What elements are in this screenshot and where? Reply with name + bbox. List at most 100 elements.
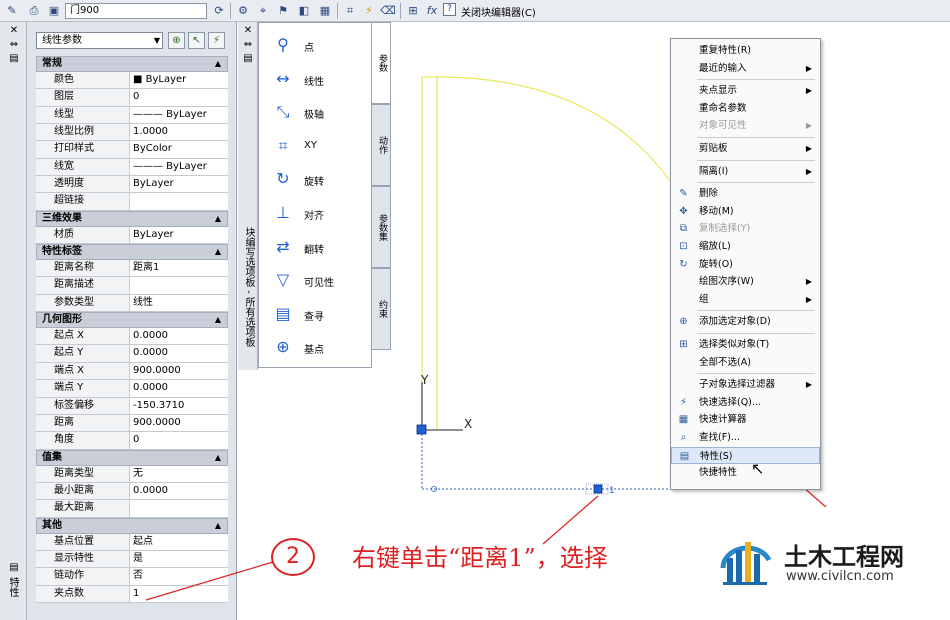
test-block-icon[interactable]: ⚙ bbox=[235, 3, 251, 18]
menu-item[interactable]: ⊕ 添加选定对象(D) bbox=[671, 313, 820, 330]
menu-item[interactable]: 子对象选择过滤器 ▶ bbox=[671, 376, 820, 393]
tool-8[interactable]: ▤ 查寻 bbox=[259, 298, 371, 332]
lightning-icon[interactable]: ⚡ bbox=[361, 3, 377, 18]
property-row[interactable]: 参数类型 线性 bbox=[36, 294, 228, 313]
property-value[interactable]: 无 bbox=[130, 466, 228, 482]
menu-item[interactable]: ▦ 快速计算器 bbox=[671, 411, 820, 428]
menu-item[interactable]: ⊡ 缩放(L) bbox=[671, 238, 820, 255]
tag-icon[interactable]: ⌫ bbox=[380, 3, 396, 18]
quick-select-icon[interactable]: ⚡ bbox=[208, 32, 225, 49]
tab-parameters[interactable]: 参数 bbox=[372, 22, 391, 104]
section-header[interactable]: 三维效果 ▲ bbox=[36, 210, 228, 227]
property-row[interactable]: 最小距离 0.0000 bbox=[36, 482, 228, 501]
autohide-icon[interactable]: ⇔ bbox=[7, 39, 21, 51]
property-value[interactable]: 900.0000 bbox=[130, 363, 228, 379]
property-value[interactable]: 0.0000 bbox=[130, 328, 228, 344]
tool-5[interactable]: ⊥ 对齐 bbox=[259, 197, 371, 231]
property-value[interactable]: 900.0000 bbox=[130, 415, 228, 431]
menu-item[interactable]: 剪贴板 ▶ bbox=[671, 140, 820, 157]
property-value[interactable] bbox=[130, 277, 228, 293]
property-row[interactable]: 材质 ByLayer bbox=[36, 226, 228, 245]
property-row[interactable]: 图层 0 bbox=[36, 89, 228, 107]
save-as-icon[interactable]: ▣ bbox=[46, 3, 62, 18]
menu-item[interactable]: 重命名参数 bbox=[671, 100, 820, 117]
distance-grip[interactable] bbox=[593, 484, 603, 494]
property-value[interactable]: ——— ByLayer bbox=[130, 107, 228, 123]
property-value[interactable]: ——— ByLayer bbox=[130, 159, 228, 175]
menu-item[interactable]: 隔离(I) ▶ bbox=[671, 163, 820, 180]
fx-icon[interactable]: fx bbox=[424, 3, 440, 18]
tab-actions[interactable]: 动作 bbox=[372, 104, 391, 186]
property-row[interactable]: 端点 Y 0.0000 bbox=[36, 380, 228, 398]
menu-item[interactable]: 组 ▶ bbox=[671, 291, 820, 308]
attribute-icon[interactable]: ⟳ bbox=[211, 3, 227, 18]
object-type-select[interactable]: 线性参数 ▼ bbox=[36, 32, 163, 49]
tool-6[interactable]: ⇄ 翻转 bbox=[259, 231, 371, 265]
property-row[interactable]: 距离名称 距离1 bbox=[36, 260, 228, 278]
menu-item[interactable]: 夹点显示 ▶ bbox=[671, 82, 820, 99]
property-row[interactable]: 透明度 ByLayer bbox=[36, 176, 228, 194]
close-icon[interactable]: ✕ bbox=[7, 25, 21, 37]
property-value[interactable]: 0.0000 bbox=[130, 345, 228, 361]
property-value[interactable]: 线性 bbox=[130, 295, 228, 311]
property-value[interactable]: 0 bbox=[130, 432, 228, 448]
menu-item[interactable]: 绘图次序(W) ▶ bbox=[671, 273, 820, 290]
action-icon[interactable]: ⚑ bbox=[275, 3, 291, 18]
section-header[interactable]: 值集 ▲ bbox=[36, 449, 228, 466]
menu-icon[interactable]: ▤ bbox=[241, 53, 255, 65]
menu-item[interactable]: 最近的输入 ▶ bbox=[671, 60, 820, 77]
menu-icon[interactable]: ▤ bbox=[7, 53, 21, 65]
property-row[interactable]: 距离 900.0000 bbox=[36, 414, 228, 433]
save-block-icon[interactable]: ⎙ bbox=[26, 3, 42, 18]
collapse-icon[interactable]: ▲ bbox=[215, 212, 221, 226]
menu-item[interactable]: 全部不选(A) bbox=[671, 354, 820, 371]
block-name-field[interactable]: 门900 bbox=[65, 3, 207, 19]
collapse-icon[interactable]: ▲ bbox=[215, 57, 221, 71]
property-row[interactable]: 线型 ——— ByLayer bbox=[36, 106, 228, 125]
menu-item[interactable]: 对象可见性 ▶ bbox=[671, 117, 820, 134]
point-icon[interactable]: ⌗ bbox=[342, 3, 358, 18]
property-row[interactable]: 打印样式 ByColor bbox=[36, 141, 228, 159]
property-row[interactable]: 起点 Y 0.0000 bbox=[36, 345, 228, 363]
section-header[interactable]: 其他 ▲ bbox=[36, 517, 228, 534]
close-icon[interactable]: ✕ bbox=[241, 25, 255, 37]
property-row[interactable]: 线型比例 1.0000 bbox=[36, 124, 228, 142]
tool-7[interactable]: ▽ 可见性 bbox=[259, 264, 371, 298]
tool-1[interactable]: ↔ 线性 bbox=[259, 63, 371, 97]
property-value[interactable]: ByLayer bbox=[130, 227, 228, 243]
property-value[interactable] bbox=[130, 500, 228, 516]
menu-item[interactable]: ↻ 旋转(O) bbox=[671, 256, 820, 273]
collapse-icon[interactable]: ▲ bbox=[215, 519, 221, 533]
tool-3[interactable]: ⌗ XY bbox=[259, 130, 371, 164]
property-value[interactable] bbox=[130, 193, 228, 209]
property-value[interactable]: 1.0000 bbox=[130, 124, 228, 140]
menu-item[interactable]: ▤ 特性(S) bbox=[671, 446, 820, 464]
property-value[interactable]: ■ ByLayer bbox=[130, 72, 228, 88]
section-header[interactable]: 特性标签 ▲ bbox=[36, 244, 228, 261]
visibility-icon[interactable]: ◧ bbox=[296, 3, 312, 18]
menu-item[interactable]: ⊞ 选择类似对象(T) bbox=[671, 336, 820, 353]
tab-parameter-sets[interactable]: 参数集 bbox=[372, 186, 391, 268]
tool-4[interactable]: ↻ 旋转 bbox=[259, 163, 371, 197]
property-row[interactable]: 颜色 ■ ByLayer bbox=[36, 72, 228, 90]
tool-9[interactable]: ⊕ 基点 bbox=[259, 331, 371, 365]
define-attribute-icon[interactable]: ⊞ bbox=[405, 3, 421, 18]
property-row[interactable]: 端点 X 900.0000 bbox=[36, 362, 228, 381]
property-row[interactable]: 起点 X 0.0000 bbox=[36, 328, 228, 346]
property-row[interactable]: 最大距离 bbox=[36, 500, 228, 518]
toggle-pickadd-icon[interactable]: ⊕ bbox=[168, 32, 185, 49]
block-edit-icon[interactable]: ✎ bbox=[4, 3, 20, 18]
section-header[interactable]: 几何图形 ▲ bbox=[36, 312, 228, 329]
property-value[interactable]: -150.3710 bbox=[130, 398, 228, 414]
property-value[interactable]: 0 bbox=[130, 89, 228, 105]
select-objects-icon[interactable]: ↖ bbox=[188, 32, 205, 49]
tool-2[interactable]: ⤡ 极轴 bbox=[259, 96, 371, 130]
menu-item[interactable]: ⚡ 快速选择(Q)... bbox=[671, 394, 820, 411]
property-row[interactable]: 标签偏移 -150.3710 bbox=[36, 397, 228, 415]
base-grip[interactable] bbox=[416, 424, 427, 435]
property-value[interactable]: 起点 bbox=[130, 534, 228, 550]
property-row[interactable]: 距离类型无 bbox=[36, 465, 228, 483]
tool-0[interactable]: ⚲ 点 bbox=[259, 29, 371, 63]
menu-item[interactable]: ⌕ 查找(F)... bbox=[671, 429, 820, 446]
collapse-icon[interactable]: ▲ bbox=[215, 245, 221, 259]
